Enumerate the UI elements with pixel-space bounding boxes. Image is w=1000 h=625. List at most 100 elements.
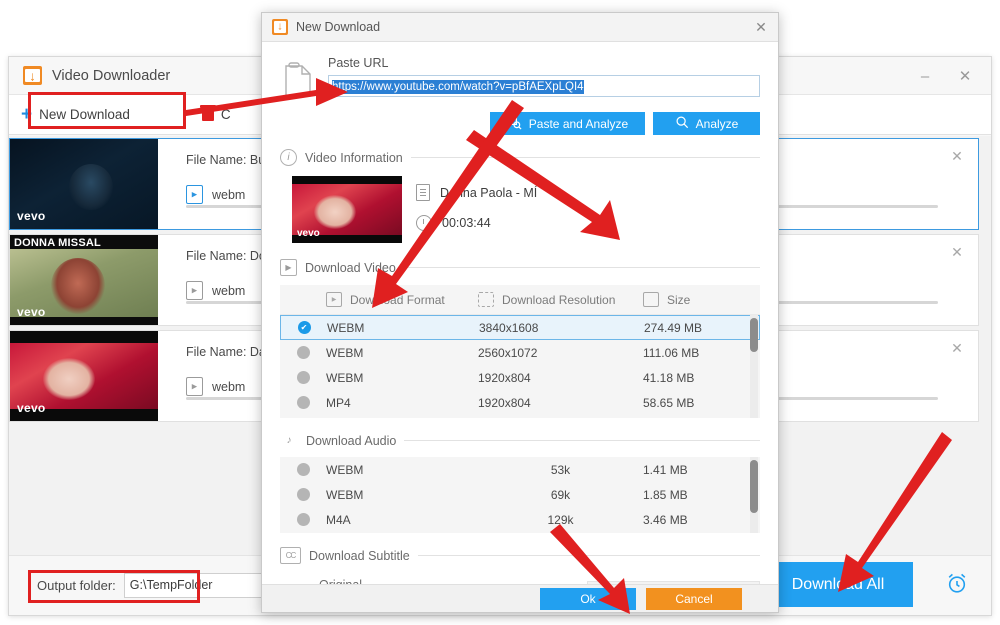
- vevo-watermark: vevo: [17, 401, 46, 415]
- trash-icon: [199, 105, 216, 121]
- table-row[interactable]: WEBM 69k 1.85 MB: [280, 482, 760, 507]
- paste-and-analyze-label: Paste and Analyze: [528, 116, 629, 131]
- music-note-icon: ♪: [286, 435, 292, 446]
- resolution-column-label: Download Resolution: [502, 292, 616, 307]
- cancel-button[interactable]: Cancel: [646, 588, 742, 610]
- file-size-icon: [643, 292, 659, 307]
- radio-cell[interactable]: [280, 396, 326, 409]
- size-cell: 111.06 MB: [643, 345, 700, 360]
- download-all-button[interactable]: Download All: [763, 562, 913, 607]
- film-icon: ▶: [280, 259, 297, 276]
- ok-button[interactable]: Ok: [540, 588, 636, 610]
- url-input[interactable]: https://www.youtube.com/watch?v=pBfAEXpL…: [328, 75, 760, 97]
- radio-icon: [296, 371, 310, 384]
- radio-icon: [296, 396, 310, 409]
- remove-item-icon[interactable]: ✕: [946, 145, 968, 167]
- size-cell: 3.46 MB: [643, 512, 688, 527]
- alarm-clock-icon[interactable]: [943, 569, 971, 597]
- radio-cell[interactable]: [280, 463, 326, 476]
- paste-and-analyze-button[interactable]: Paste and Analyze: [490, 112, 645, 135]
- divider: [404, 440, 760, 441]
- download-audio-label: Download Audio: [306, 433, 397, 448]
- radio-cell[interactable]: [280, 346, 326, 359]
- resolution-cell: 2560x1072: [478, 345, 538, 360]
- scrollbar-thumb[interactable]: [750, 318, 758, 352]
- remove-item-icon[interactable]: ✕: [946, 337, 968, 359]
- table-row[interactable]: M4A 129k 3.46 MB: [280, 507, 760, 532]
- radio-cell[interactable]: [281, 321, 327, 334]
- video-file-icon: [186, 377, 203, 396]
- new-download-button[interactable]: + New Download: [9, 95, 142, 135]
- video-information-header: i Video Information: [280, 149, 760, 166]
- video-title: Danna Paola - MÍ: [440, 185, 538, 200]
- new-download-dialog: New Download ✕ Paste URL https://www.you…: [261, 12, 779, 613]
- format-label: webm: [212, 379, 246, 394]
- vevo-watermark: vevo: [297, 228, 320, 239]
- radio-icon: [296, 463, 310, 476]
- audio-format-table: WEBM 53k 1.41 MB WEBM 69k 1.85 MB M4A 12…: [280, 457, 760, 533]
- page-title: Video Downloader: [52, 67, 171, 84]
- delete-button[interactable]: C: [190, 95, 243, 135]
- document-icon: [416, 184, 430, 201]
- video-duration: 00:03:44: [442, 216, 491, 230]
- format-cell: WEBM: [327, 320, 365, 335]
- dialog-footer: Ok Cancel: [262, 584, 778, 612]
- format-cell: WEBM: [326, 462, 364, 477]
- paste-url-section: Paste URL https://www.youtube.com/watch?…: [280, 56, 760, 102]
- format-cell: M4A: [326, 512, 351, 527]
- close-button[interactable]: ✕: [945, 61, 985, 91]
- closed-caption-icon: CC: [280, 547, 301, 564]
- video-information-body: vevo Danna Paola - MÍ 00:03:44: [280, 176, 760, 245]
- download-subtitle-header: CC Download Subtitle: [280, 547, 760, 564]
- remove-item-icon[interactable]: ✕: [946, 241, 968, 263]
- video-duration-row: 00:03:44: [416, 215, 537, 231]
- window-controls: – ✕: [905, 57, 985, 95]
- clipboard-icon: [280, 60, 316, 102]
- bitrate-cell: 69k: [550, 487, 571, 502]
- video-thumbnail: vevo: [10, 331, 158, 421]
- clipboard-search-icon: [507, 115, 522, 133]
- audio-table-scrollbar[interactable]: [750, 457, 758, 533]
- format-label: webm: [212, 187, 246, 202]
- radio-icon: [296, 346, 310, 359]
- size-column-header: Size: [643, 292, 760, 307]
- download-video-header: ▶ Download Video: [280, 259, 760, 276]
- delete-label: C: [220, 107, 231, 122]
- screenshot-root: Video Downloader – ✕ + New Download C ve…: [0, 0, 1000, 625]
- radio-cell[interactable]: [280, 371, 326, 384]
- radio-cell[interactable]: [280, 488, 326, 501]
- video-thumbnail: vevo: [10, 139, 158, 229]
- vevo-watermark: vevo: [17, 305, 46, 319]
- table-row[interactable]: WEBM 53k 1.41 MB: [280, 457, 760, 482]
- analyze-button-row: Paste and Analyze Analyze: [280, 112, 760, 135]
- minimize-button[interactable]: –: [905, 61, 945, 91]
- table-header: Download Format Download Resolution Size: [280, 285, 760, 315]
- video-table-scrollbar[interactable]: [750, 315, 758, 418]
- video-file-icon: [186, 185, 203, 204]
- size-cell: 1.41 MB: [643, 462, 688, 477]
- download-video-label: Download Video: [305, 260, 396, 275]
- radio-icon: [296, 513, 310, 526]
- dialog-close-button[interactable]: ✕: [748, 16, 774, 39]
- video-metadata: Danna Paola - MÍ 00:03:44: [416, 176, 537, 245]
- radio-cell[interactable]: [280, 513, 326, 526]
- table-row[interactable]: WEBM 3840x1608 274.49 MB: [280, 315, 760, 340]
- table-row[interactable]: MP4 1920x804 58.65 MB: [280, 390, 760, 415]
- vevo-watermark: vevo: [17, 209, 46, 223]
- format-cell: WEBM: [326, 370, 364, 385]
- divider: [403, 267, 760, 268]
- video-title-row: Danna Paola - MÍ: [416, 184, 537, 201]
- resolution-cell: 3840x1608: [479, 320, 539, 335]
- paste-url-label: Paste URL: [328, 56, 389, 70]
- analyze-button[interactable]: Analyze: [653, 112, 760, 135]
- info-icon: i: [280, 149, 297, 166]
- divider: [410, 157, 760, 158]
- table-row[interactable]: WEBM 2560x1072 111.06 MB: [280, 340, 760, 365]
- thumbnail-caption: DONNA MISSAL: [14, 237, 101, 249]
- table-row[interactable]: WEBM 1920x804 41.18 MB: [280, 365, 760, 390]
- dialog-body: Paste URL https://www.youtube.com/watch?…: [262, 42, 778, 584]
- divider: [417, 555, 760, 556]
- crop-icon: [478, 292, 494, 307]
- video-thumbnail: DONNA MISSAL vevo: [10, 235, 158, 325]
- scrollbar-thumb[interactable]: [750, 460, 758, 513]
